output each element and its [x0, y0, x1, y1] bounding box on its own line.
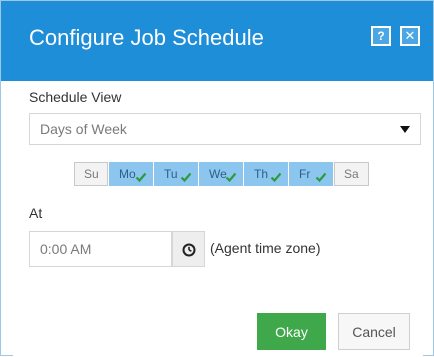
dialog-title: Configure Job Schedule [29, 25, 264, 50]
dialog-body: Schedule View Days of Week Su Mo Tu We Th Fr S… [13, 81, 423, 357]
days-of-week-picker: Su Mo Tu We Th Fr Sa [74, 162, 370, 186]
close-icon: ✕ [404, 28, 416, 43]
checkmark-icon [135, 172, 147, 183]
day-toggle-mo[interactable]: Mo [109, 162, 153, 186]
cancel-button[interactable]: Cancel [338, 313, 410, 350]
timezone-note: (Agent time zone) [210, 240, 321, 256]
checkmark-icon [315, 172, 327, 183]
time-input[interactable]: 0:00 AM [29, 231, 172, 267]
day-toggle-sa[interactable]: Sa [334, 162, 369, 186]
time-value: 0:00 AM [40, 241, 92, 257]
checkmark-icon [270, 172, 282, 183]
day-toggle-su[interactable]: Su [74, 162, 108, 186]
clock-icon [182, 243, 196, 257]
day-label: Th [254, 167, 269, 181]
day-label: Tu [164, 167, 178, 181]
help-button[interactable]: ? [371, 26, 391, 46]
day-toggle-tu[interactable]: Tu [154, 162, 198, 186]
day-label: Sa [344, 167, 359, 181]
dialog-titlebar: Configure Job Schedule ? ✕ [1, 1, 433, 81]
help-icon: ? [377, 29, 385, 43]
checkmark-icon [180, 172, 192, 183]
okay-button[interactable]: Okay [257, 313, 326, 350]
checkmark-icon [225, 172, 237, 183]
day-toggle-fr[interactable]: Fr [289, 162, 333, 186]
day-label: Fr [299, 167, 311, 181]
schedule-view-select[interactable]: Days of Week [29, 113, 421, 145]
day-label: Mo [119, 167, 136, 181]
day-label: Su [84, 167, 99, 181]
at-label: At [29, 205, 43, 221]
day-toggle-th[interactable]: Th [244, 162, 288, 186]
configure-job-schedule-dialog: Configure Job Schedule ? ✕ Schedule View… [0, 0, 434, 357]
day-toggle-we[interactable]: We [199, 162, 243, 186]
schedule-view-label: Schedule View [29, 89, 122, 105]
time-picker-button[interactable] [172, 231, 205, 267]
dropdown-arrow-icon [400, 126, 410, 133]
schedule-view-value: Days of Week [40, 121, 127, 137]
close-button[interactable]: ✕ [400, 26, 420, 46]
